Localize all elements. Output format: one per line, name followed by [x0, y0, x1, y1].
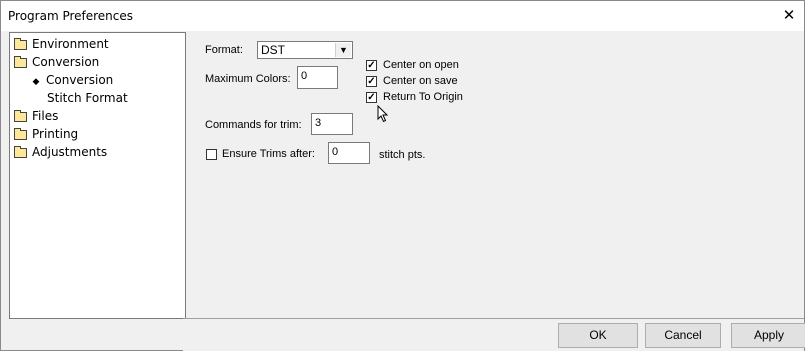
return-to-origin-label: Return To Origin — [383, 91, 463, 103]
tree-item-stitch-format[interactable]: Stitch Format — [47, 89, 128, 107]
ensure-trims-label: Ensure Trims after: — [222, 148, 315, 160]
max-colors-label: Maximum Colors: — [205, 73, 291, 85]
ensure-trims-input[interactable]: 0 — [328, 142, 370, 164]
center-on-open-label: Center on open — [383, 59, 459, 71]
ensure-trims-checkbox[interactable] — [206, 149, 217, 160]
center-on-open-checkbox[interactable]: ✓ — [366, 60, 377, 71]
tree-item-adjustments[interactable]: Adjustments — [14, 143, 107, 161]
center-on-save-checkbox[interactable]: ✓ — [366, 76, 377, 87]
max-colors-input[interactable]: 0 — [297, 66, 338, 89]
return-to-origin-checkbox[interactable]: ✓ — [366, 92, 377, 103]
commands-for-trim-label: Commands for trim: — [205, 119, 302, 131]
center-on-save-label: Center on save — [383, 75, 458, 87]
folder-icon — [14, 37, 27, 50]
format-value: DST — [261, 43, 285, 57]
tree-item-environment[interactable]: Environment — [14, 35, 109, 53]
bullet-icon: ◆ — [32, 77, 40, 87]
mouse-cursor-icon — [377, 105, 389, 123]
ok-button[interactable]: OK — [558, 323, 638, 348]
chevron-down-icon[interactable]: ▼ — [335, 43, 351, 57]
title-bar: Program Preferences ✕ — [1, 1, 804, 31]
stitch-pts-label: stitch pts. — [379, 149, 426, 161]
close-icon[interactable]: ✕ — [774, 1, 804, 31]
apply-button[interactable]: Apply — [731, 323, 805, 348]
tree-item-printing[interactable]: Printing — [14, 125, 78, 143]
preferences-tree: Environment Conversion ◆ Conversion Stitc… — [9, 32, 186, 319]
folder-icon — [14, 145, 27, 158]
format-label: Format: — [205, 44, 243, 56]
commands-for-trim-input[interactable]: 3 — [311, 113, 353, 135]
folder-open-icon — [14, 55, 27, 68]
tree-item-files[interactable]: Files — [14, 107, 58, 125]
cancel-button[interactable]: Cancel — [645, 323, 721, 348]
program-preferences-window: Program Preferences ✕ Environment Conver… — [0, 0, 805, 351]
folder-icon — [14, 109, 27, 122]
tree-item-conversion-group[interactable]: Conversion — [14, 53, 99, 71]
button-bar: OK Cancel Apply — [183, 318, 805, 351]
window-title: Program Preferences — [8, 9, 134, 23]
tree-item-conversion[interactable]: ◆ Conversion — [29, 71, 114, 89]
folder-icon — [14, 127, 27, 140]
format-select[interactable]: DST ▼ — [257, 41, 353, 59]
